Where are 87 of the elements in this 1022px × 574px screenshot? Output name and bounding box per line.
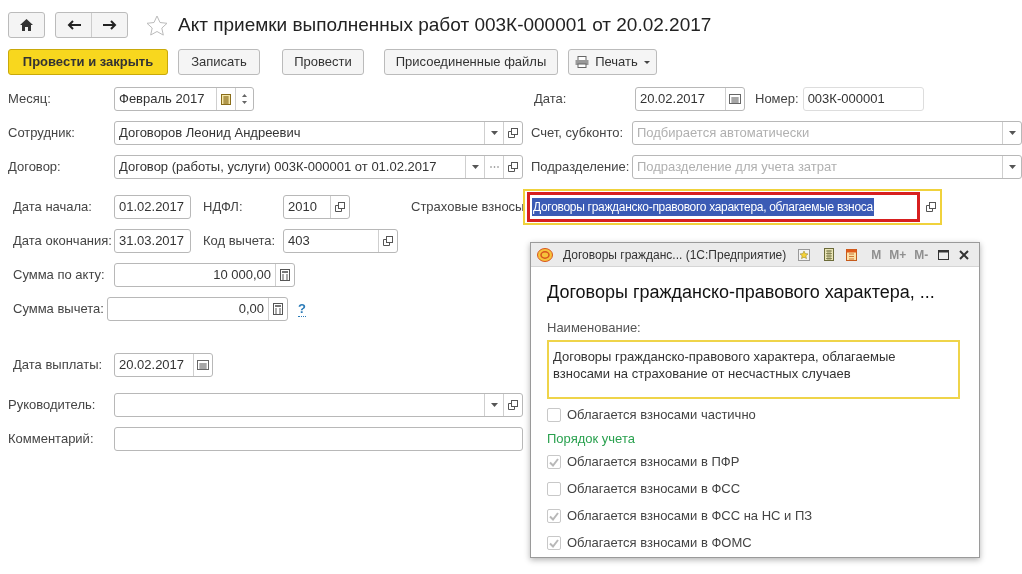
app-logo-icon — [537, 247, 553, 262]
checkbox-label: Облагается взносами в ПФР — [567, 453, 740, 472]
field-label: Наименование: — [547, 319, 642, 337]
name-field[interactable]: Договоры гражданско-правового характера, облагаемые взносами на страхование от несчастных случаев — [547, 339, 960, 399]
toolbar-button[interactable]: Провести — [282, 49, 364, 75]
toolbar-button[interactable]: Присоединенные файлы — [384, 49, 558, 75]
field-label: Код вычета: — [203, 233, 276, 249]
checkbox-label: Облагается взносами в ФСС на НС и ПЗ — [567, 507, 813, 526]
field-label: Страховые взносы — [411, 199, 525, 215]
field-label: Номер: — [755, 90, 799, 109]
field-label: Сумма вычета: — [13, 301, 104, 317]
open-window-icon — [926, 202, 937, 212]
caret-icon — [490, 131, 498, 135]
checkbox[interactable] — [547, 408, 561, 422]
caret-icon — [471, 165, 479, 169]
field-label: Месяц: — [8, 91, 51, 107]
end-date-field[interactable]: 31.03.2017 — [114, 229, 191, 253]
field-label: Дата окончания: — [13, 233, 112, 249]
calculator-icon[interactable] — [824, 248, 835, 261]
caret-icon — [1008, 131, 1016, 135]
manager-field[interactable] — [114, 393, 523, 417]
print-menu-button[interactable]: Печать — [568, 49, 657, 75]
employee-field[interactable]: Договоров Леонид Андреевич — [114, 121, 523, 145]
caret-icon — [1008, 165, 1016, 169]
star-icon[interactable] — [146, 14, 168, 36]
check-icon — [549, 538, 559, 548]
back-arrow-icon — [66, 20, 81, 30]
field-label: НДФЛ: — [203, 199, 243, 215]
field-label: Дата начала: — [13, 199, 92, 215]
comment-field[interactable] — [114, 427, 523, 451]
checkbox[interactable] — [547, 536, 561, 550]
payment-date-field[interactable]: 20.02.2017 — [114, 353, 213, 377]
home-icon — [20, 19, 33, 31]
checkbox-label: Облагается взносами частично — [567, 406, 756, 425]
deduction-code-field[interactable]: 403 — [283, 229, 398, 253]
date-field[interactable]: 20.02.2017 — [635, 87, 745, 111]
maximize-icon[interactable] — [938, 249, 949, 260]
toolbar-button[interactable]: Записать — [178, 49, 260, 75]
insurance-field[interactable]: Договоры гражданско-правового характера, облагаемые взноса — [527, 192, 921, 222]
close-icon[interactable] — [959, 249, 969, 260]
field-label: Руководитель: — [8, 397, 96, 413]
field-label: Дата выплаты: — [13, 357, 103, 373]
checkbox[interactable] — [547, 455, 561, 469]
forward-arrow-icon — [102, 20, 117, 30]
field-label: Подразделение: — [531, 159, 630, 175]
calculator-icon — [280, 269, 290, 281]
dialog-window-title: Договоры гражданс... (1С:Предприятие) — [563, 246, 787, 264]
calculator-icon — [273, 303, 283, 315]
month-field[interactable]: Февраль 2017 — [114, 87, 254, 111]
open-window-icon — [383, 236, 393, 246]
caret-icon — [490, 403, 498, 407]
printer-icon — [575, 56, 590, 68]
check-icon — [549, 511, 559, 521]
calendar-button[interactable] — [725, 88, 744, 110]
checkbox[interactable] — [547, 509, 561, 523]
field-label: Сотрудник: — [8, 125, 75, 141]
open-window-icon — [508, 162, 518, 172]
toolbar-button[interactable]: Провести и закрыть — [8, 49, 168, 75]
section-title: Порядок учета — [547, 429, 636, 448]
number-field[interactable]: 003К-000001 — [802, 87, 924, 111]
checkbox-label: Облагается взносами в ФСС — [567, 480, 741, 499]
act-sum-field[interactable]: 10 000,00 — [114, 263, 295, 287]
document-title: Акт приемки выполненных работ 003К-000001 от 20.02.2017 — [178, 12, 712, 37]
home-button[interactable] — [8, 12, 45, 38]
dialog-heading: Договоры гражданско-правового характера, ... — [547, 281, 936, 304]
start-date-field[interactable]: 01.02.2017 — [114, 195, 191, 219]
checkbox-label: Облагается взносами в ФОМС — [567, 534, 752, 553]
ndfl-field[interactable]: 2010 — [283, 195, 350, 219]
field-label: Сумма по акту: — [13, 267, 105, 283]
deduction-sum-field[interactable]: 0,00 — [107, 297, 288, 321]
star-icon[interactable] — [798, 248, 811, 261]
help-link[interactable]: ? — [298, 301, 306, 317]
caret-icon — [643, 60, 650, 64]
field-label: Договор: — [8, 159, 61, 175]
open-window-icon — [508, 128, 518, 138]
field-label: Дата: — [534, 91, 567, 107]
calendar-button[interactable] — [193, 354, 212, 376]
down-icon — [242, 101, 247, 104]
contract-field[interactable]: Договор (работы, услуги) 003К-000001 от 01.02.2017 — [114, 155, 523, 179]
check-icon — [549, 457, 559, 467]
checkbox[interactable] — [547, 482, 561, 496]
open-button[interactable] — [924, 202, 938, 212]
field-label: Комментарий: — [8, 431, 94, 447]
open-window-icon — [335, 202, 345, 212]
up-icon — [242, 94, 247, 97]
field-label: Счет, субконто: — [531, 125, 624, 141]
open-window-icon — [508, 400, 518, 410]
